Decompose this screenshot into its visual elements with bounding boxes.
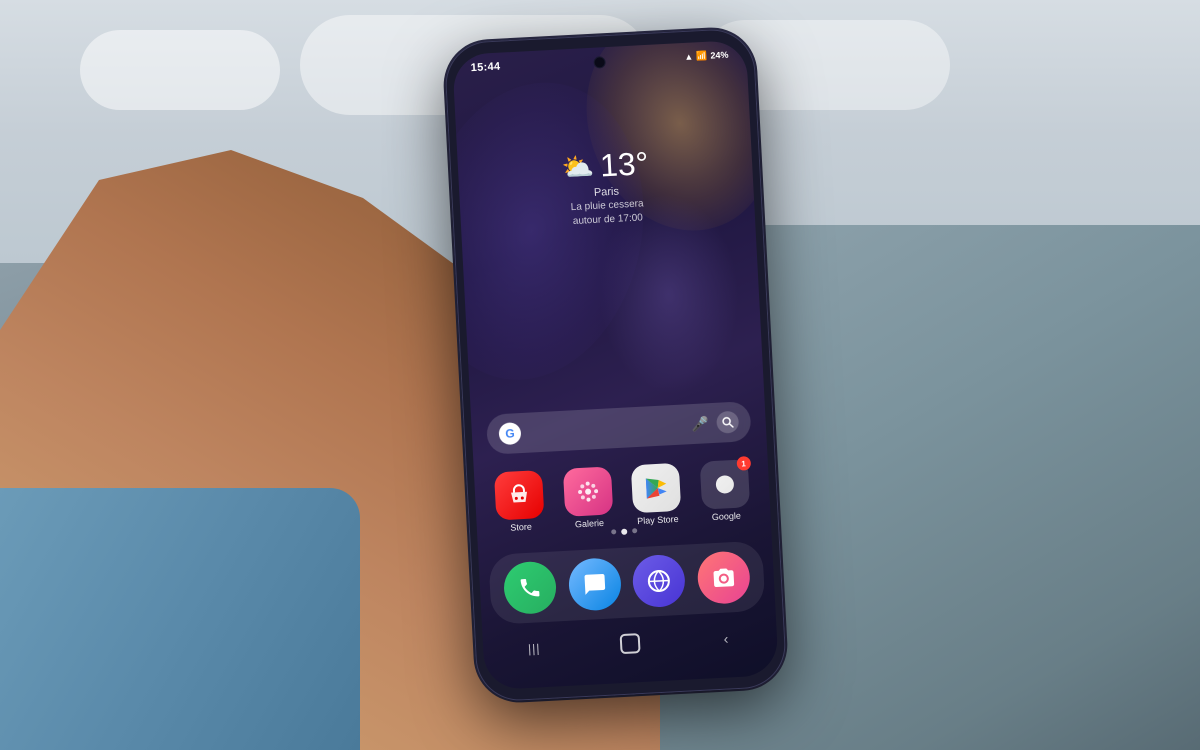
page-dot-3 [632, 528, 637, 533]
nav-home-button[interactable] [620, 633, 641, 654]
dock-camera[interactable] [696, 550, 751, 605]
bottom-dock [488, 541, 765, 625]
nav-bar: ||| ‹ [482, 616, 778, 676]
signal-icon: 📶 [696, 50, 708, 62]
store-icon [494, 470, 544, 520]
weather-cloud-icon: ⛅ [561, 151, 595, 184]
google-badge: 1 [736, 456, 751, 471]
sleeve [0, 488, 360, 750]
google-g-logo: G [498, 422, 521, 445]
page-dot-2 [621, 529, 627, 535]
lens-icon[interactable] [716, 411, 739, 434]
phone: 15:44 ▲ 📶 24% ⛅ 13° Paris La pluie cesse… [443, 27, 787, 702]
google-label: Google [712, 511, 742, 523]
weather-temperature: 13° [599, 145, 649, 184]
google-grid-icon [715, 475, 734, 494]
status-time: 15:44 [470, 61, 500, 75]
galerie-icon [563, 467, 613, 517]
app-google[interactable]: 1 Google [695, 459, 754, 524]
google-icon: 1 [699, 459, 749, 509]
app-play-store[interactable]: Play Store [627, 463, 686, 528]
playstore-icon [631, 463, 681, 513]
nav-recent-button[interactable]: ||| [518, 641, 551, 657]
battery-percent: 24% [710, 50, 729, 61]
wifi-icon: ▲ [684, 52, 693, 62]
nav-back-button[interactable]: ‹ [710, 630, 743, 648]
cloud-1 [80, 30, 280, 110]
page-dots [611, 528, 637, 535]
store-label: Store [510, 522, 532, 534]
mic-icon[interactable]: 🎤 [691, 415, 709, 433]
search-bar[interactable]: G 🎤 [486, 401, 752, 455]
weather-widget: ⛅ 13° Paris La pluie cessera autour de 1… [561, 145, 652, 228]
dock-messages[interactable] [567, 557, 622, 612]
page-dot-1 [611, 529, 616, 534]
search-spacer [521, 424, 691, 433]
app-row-main: Store [484, 459, 761, 535]
dock-browser[interactable] [632, 554, 687, 609]
dock-phone[interactable] [503, 560, 558, 615]
galerie-label: Galerie [575, 518, 605, 530]
playstore-label: Play Store [637, 514, 679, 527]
status-icons: ▲ 📶 24% [684, 49, 729, 62]
app-store[interactable]: Store [490, 470, 549, 535]
phone-body: 15:44 ▲ 📶 24% ⛅ 13° Paris La pluie cesse… [443, 27, 787, 702]
phone-screen: 15:44 ▲ 📶 24% ⛅ 13° Paris La pluie cesse… [452, 40, 779, 691]
weather-temp-row: ⛅ 13° [561, 145, 650, 186]
app-galerie[interactable]: Galerie [559, 466, 618, 531]
